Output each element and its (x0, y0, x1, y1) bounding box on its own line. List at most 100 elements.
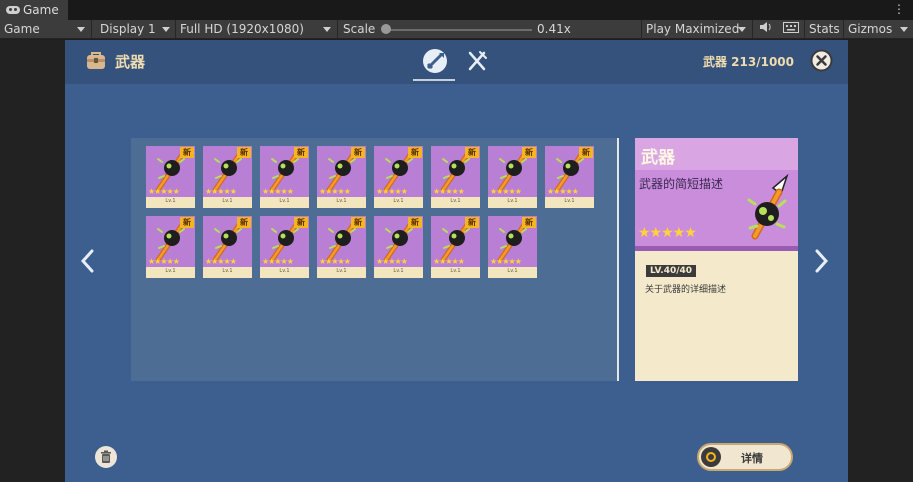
new-badge: 新 (465, 147, 479, 158)
inventory-item-card[interactable]: 新 ★★★★★ Lv.1 (431, 146, 480, 208)
inventory-item-card[interactable]: 新 ★★★★★ Lv.1 (260, 216, 309, 278)
next-page-arrow-icon[interactable] (814, 248, 830, 274)
rarity-stars: ★★★★★ (376, 187, 408, 196)
stats-button[interactable]: Stats (805, 20, 843, 39)
inventory-item-card[interactable]: 新 ★★★★★ Lv.1 (488, 146, 537, 208)
rarity-stars: ★★★★★ (262, 187, 294, 196)
game-view-toolbar: Game Display 1 Full HD (1920x1080) Scale… (0, 20, 913, 39)
item-level: Lv.1 (450, 268, 461, 274)
gamepad-icon (6, 6, 20, 14)
new-badge: 新 (351, 147, 365, 158)
detail-rarity-stars: ★★★★★ (638, 225, 697, 241)
mute-audio-button[interactable] (755, 20, 777, 39)
item-grid: 新 ★★★★★ Lv.1 新 ★★★★★ Lv.1 新 ★★★★★ Lv.1 新 ★★★★★ Lv.1… (131, 138, 618, 381)
item-level: Lv.1 (336, 268, 347, 274)
more-options-icon[interactable]: ⋮ (893, 2, 905, 16)
inventory-item-card[interactable]: 新 ★★★★★ Lv.1 (146, 146, 195, 208)
game-viewport: 武器 武器 213/1000 新 ★★★★★ Lv.1 新 ★★★★★ Lv.1… (0, 40, 913, 482)
detail-long-description: 关于武器的详细描述 (645, 285, 727, 295)
weapon-tab-icon (423, 49, 447, 73)
item-level: Lv.1 (507, 198, 518, 204)
inventory-item-card[interactable]: 新 ★★★★★ Lv.1 (317, 146, 366, 208)
resolution-dropdown[interactable]: Full HD (1920x1080) (176, 20, 336, 39)
new-badge: 新 (180, 217, 194, 228)
play-mode-label: Play Maximized (646, 22, 740, 36)
item-level: Lv.1 (393, 268, 404, 274)
new-badge: 新 (579, 147, 593, 158)
gizmos-label: Gizmos (848, 22, 893, 36)
game-tab-label: Game (23, 3, 59, 17)
previous-page-arrow-icon[interactable] (79, 248, 95, 274)
rarity-stars: ★★★★★ (490, 257, 522, 266)
new-badge: 新 (522, 147, 536, 158)
inventory-item-card[interactable]: 新 ★★★★★ Lv.1 (317, 216, 366, 278)
detail-level-badge: LV.40/40 (646, 265, 697, 277)
inventory-item-card[interactable]: 新 ★★★★★ Lv.1 (374, 146, 423, 208)
backpack-icon (87, 52, 105, 69)
rarity-stars: ★★★★★ (433, 257, 465, 266)
view-type-label: Game (4, 22, 40, 36)
detail-art-area: 武器 武器的简短描述 ★★★★★ (635, 138, 798, 251)
new-badge: 新 (237, 217, 251, 228)
keyboard-icon (783, 22, 799, 33)
toggle-knob (701, 447, 721, 467)
inventory-item-card[interactable]: 新 ★★★★★ Lv.1 (488, 216, 537, 278)
inventory-item-card[interactable]: 新 ★★★★★ Lv.1 (431, 216, 480, 278)
detail-item-name: 武器 (641, 148, 675, 168)
scale-slider-knob[interactable] (381, 24, 391, 34)
scale-slider-track[interactable] (386, 29, 532, 31)
rarity-stars: ★★★★★ (148, 257, 180, 266)
rarity-stars: ★★★★★ (319, 257, 351, 266)
play-mode-dropdown[interactable]: Play Maximized (642, 20, 751, 39)
inventory-item-card[interactable]: 新 ★★★★★ Lv.1 (260, 146, 309, 208)
new-badge: 新 (294, 147, 308, 158)
inventory-item-card[interactable]: 新 ★★★★★ Lv.1 (545, 146, 594, 208)
scale-label: Scale (343, 22, 376, 36)
display-label: Display 1 (100, 22, 156, 36)
gizmos-dropdown[interactable]: Gizmos (844, 20, 913, 39)
item-level: Lv.1 (393, 198, 404, 204)
tab-weapon[interactable] (417, 46, 453, 76)
item-level: Lv.1 (336, 198, 347, 204)
item-level: Lv.1 (222, 268, 233, 274)
speaker-icon (760, 22, 771, 32)
new-badge: 新 (351, 217, 365, 228)
inventory-title: 武器 (115, 53, 146, 71)
view-type-dropdown[interactable]: Game (0, 20, 90, 39)
rarity-stars: ★★★★★ (205, 257, 237, 266)
new-badge: 新 (522, 217, 536, 228)
scale-value: 0.41x (537, 22, 571, 36)
inventory-item-card[interactable]: 新 ★★★★★ Lv.1 (374, 216, 423, 278)
rarity-stars: ★★★★★ (262, 257, 294, 266)
item-level: Lv.1 (165, 268, 176, 274)
rarity-stars: ★★★★★ (376, 257, 408, 266)
inventory-header: 武器 武器 213/1000 (65, 40, 848, 84)
item-level: Lv.1 (279, 198, 290, 204)
item-detail-panel: 武器 武器的简短描述 ★★★★★ LV.40/40 关于武器的详细描述 (635, 138, 798, 381)
rarity-stars: ★★★★★ (433, 187, 465, 196)
new-badge: 新 (294, 217, 308, 228)
item-level: Lv.1 (450, 198, 461, 204)
close-icon[interactable] (810, 49, 833, 72)
item-level: Lv.1 (279, 268, 290, 274)
discard-button[interactable] (95, 446, 117, 468)
item-level: Lv.1 (507, 268, 518, 274)
keyboard-shortcuts-button[interactable] (779, 20, 803, 39)
rarity-stars: ★★★★★ (205, 187, 237, 196)
inventory-item-card[interactable]: 新 ★★★★★ Lv.1 (146, 216, 195, 278)
tab-utensils[interactable] (465, 49, 489, 73)
utensils-tab-icon (468, 51, 487, 71)
trash-icon (101, 450, 111, 463)
new-badge: 新 (465, 217, 479, 228)
display-dropdown[interactable]: Display 1 (96, 20, 175, 39)
detail-short-description: 武器的简短描述 (639, 177, 724, 191)
rarity-stars: ★★★★★ (319, 187, 351, 196)
item-level: Lv.1 (564, 198, 575, 204)
inventory-item-card[interactable]: 新 ★★★★★ Lv.1 (203, 216, 252, 278)
inventory-panel: 武器 武器 213/1000 新 ★★★★★ Lv.1 新 ★★★★★ Lv.1… (65, 40, 848, 482)
game-tab[interactable]: Game (0, 0, 68, 20)
grid-divider (617, 138, 619, 381)
inventory-item-card[interactable]: 新 ★★★★★ Lv.1 (203, 146, 252, 208)
item-level: Lv.1 (222, 198, 233, 204)
details-toggle[interactable]: 详情 (697, 443, 793, 471)
